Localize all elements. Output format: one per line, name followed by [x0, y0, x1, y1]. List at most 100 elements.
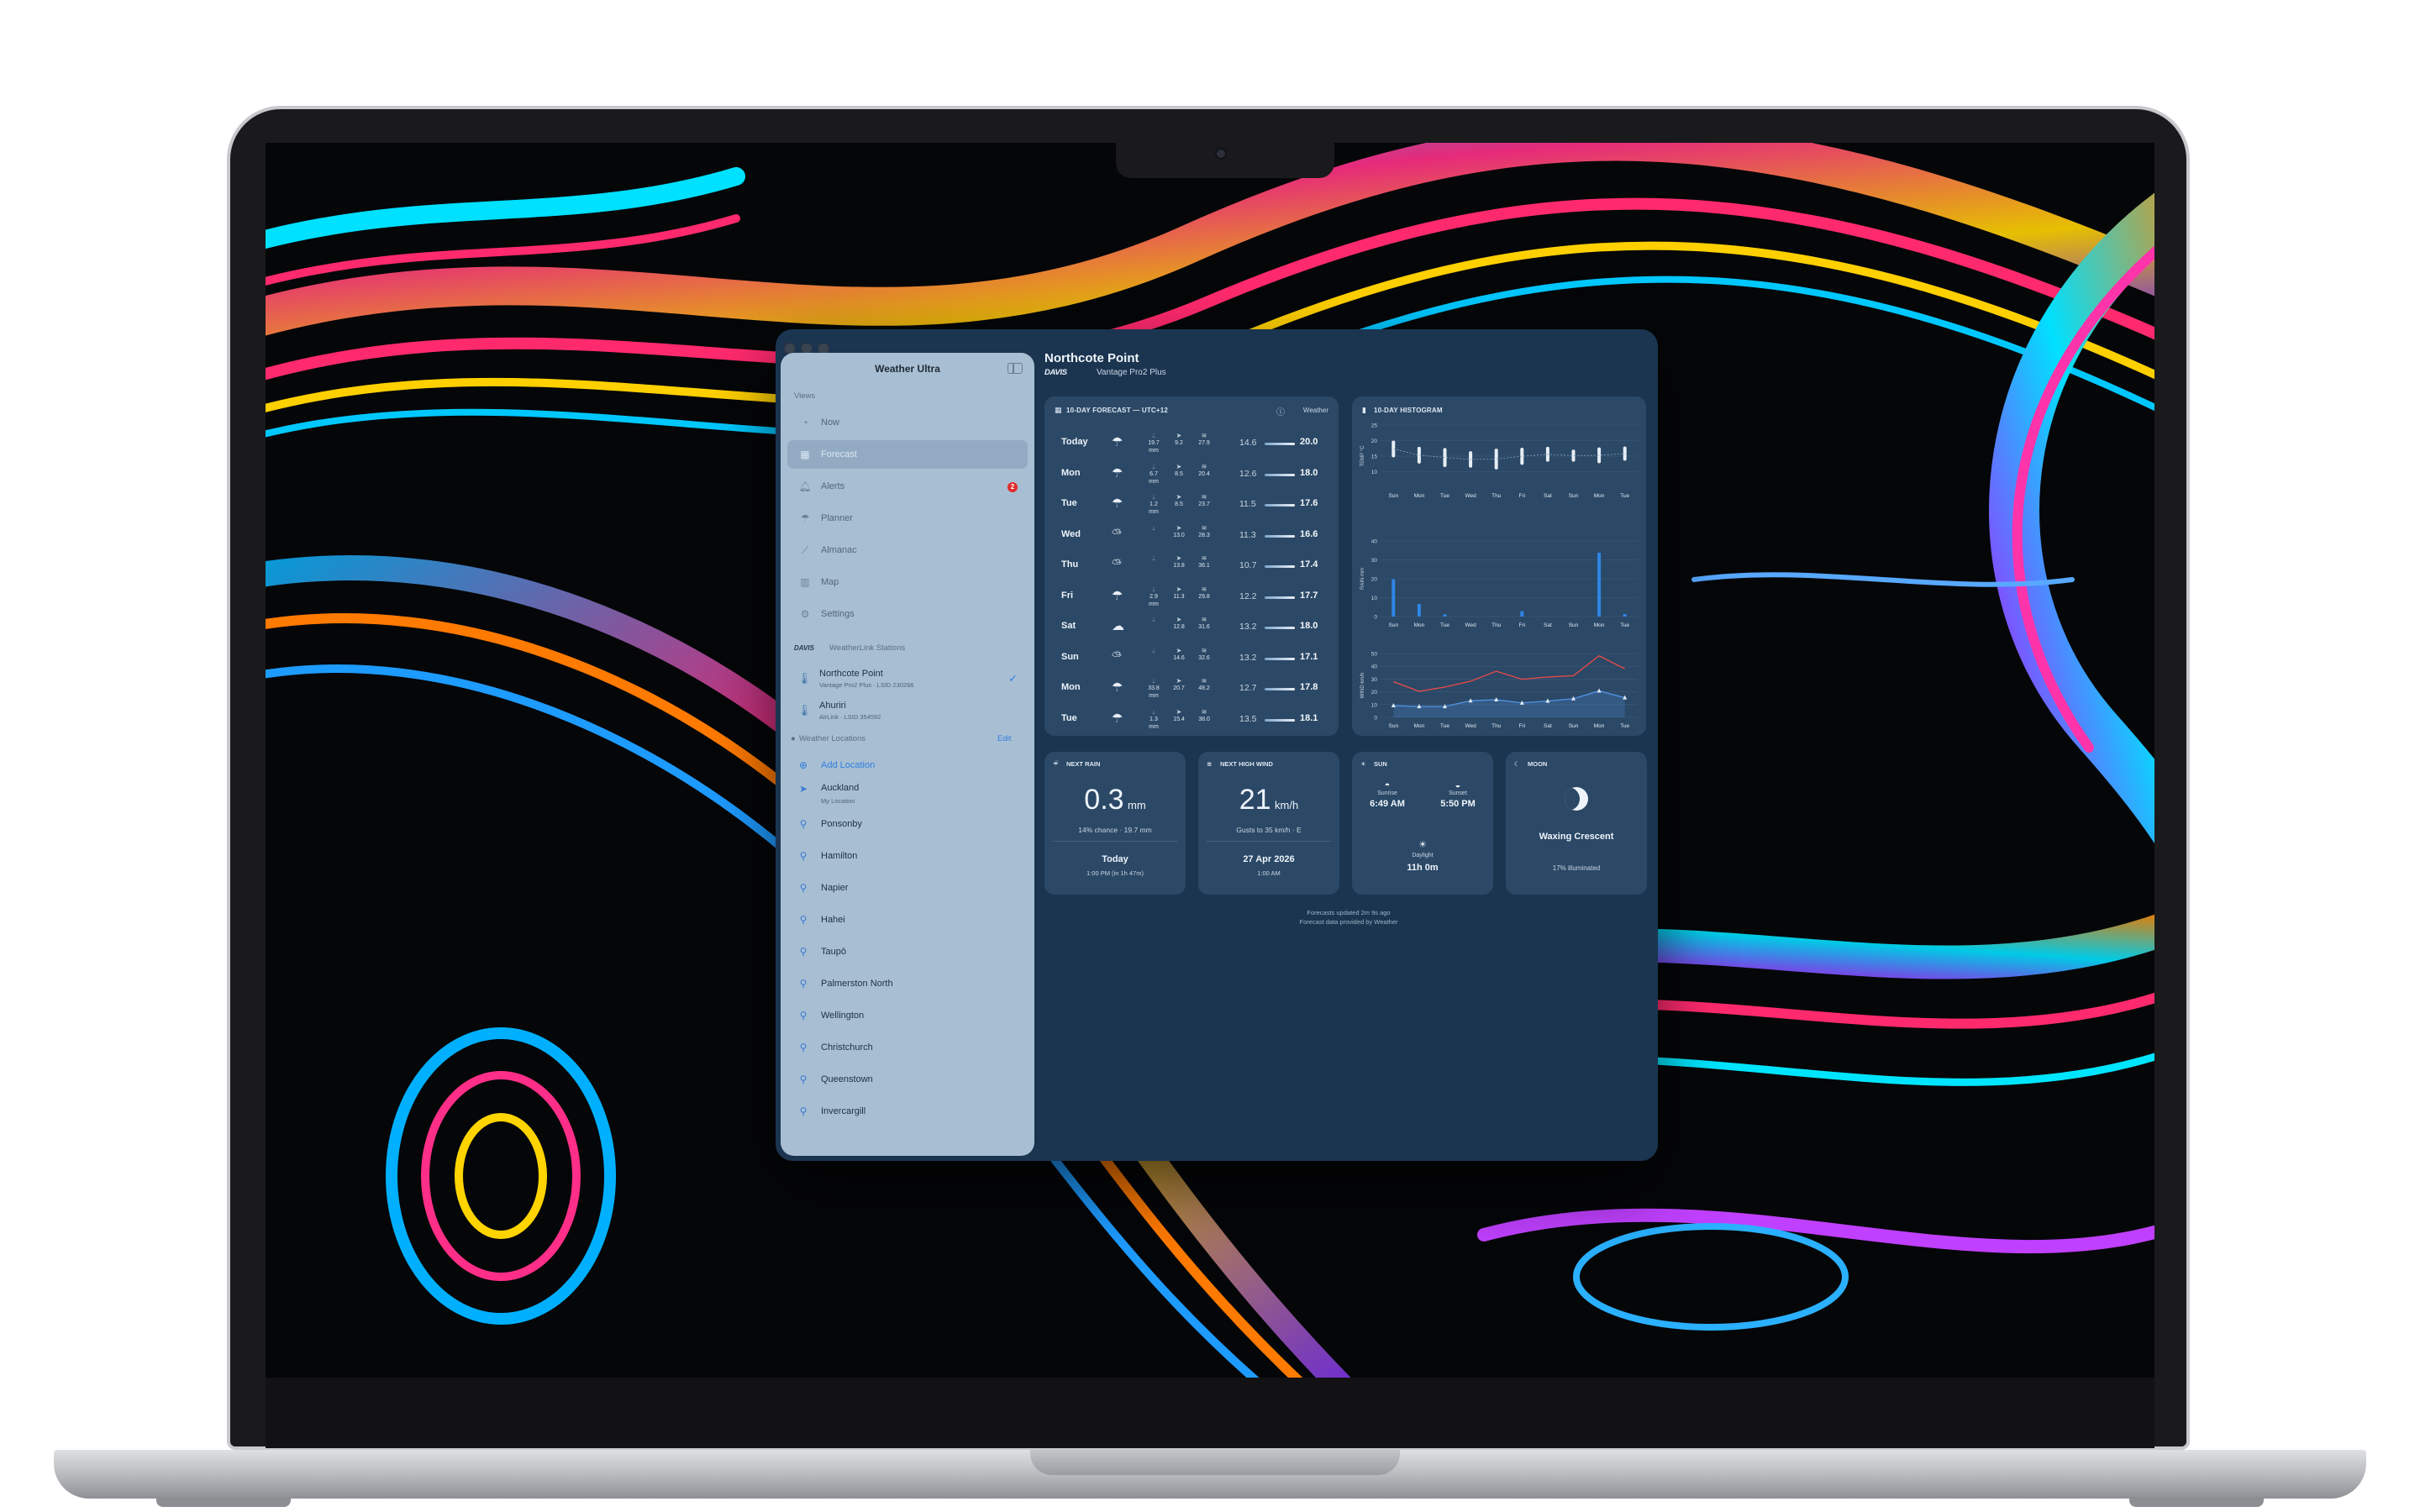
app-window: Weather Ultra Views ◔ Now ▦ Forecast 🔔︎ … [776, 329, 1658, 1161]
pin-icon: ⚲ [799, 818, 808, 830]
moon-phase: Waxing Crescent [1539, 832, 1614, 842]
davis-logo: DAVIS [794, 644, 814, 652]
gust-speed: 20.4 [1198, 470, 1210, 477]
wind-direction-icon: ➤ [1176, 523, 1182, 532]
cloud-icon: ☁ [1112, 619, 1124, 633]
edit-locations-button[interactable]: Edit [997, 734, 1011, 743]
location-palmerston-north[interactable]: ⚲ Palmerston North [787, 971, 1028, 996]
gust-metric: ≋ 27.9 [1192, 432, 1216, 447]
info-icon[interactable]: ⓘ [1276, 405, 1285, 417]
x-tick-label: Mon [1594, 493, 1605, 499]
sunset-time: 5:50 PM [1440, 799, 1476, 809]
location-queenstown[interactable]: ⚲ Queenstown [787, 1067, 1028, 1092]
location-christchurch[interactable]: ⚲ Christchurch [787, 1035, 1028, 1060]
temp-min: 12.2 [1239, 591, 1257, 601]
x-tick-label: Sun [1569, 723, 1579, 729]
x-tick-label: Mon [1414, 493, 1425, 499]
forecast-row: Wed ⛅︎ 💧︎ ➤ 13.0 ≋ 28.3 11.3 16.6 [1044, 521, 1337, 551]
sunset-label: Sunset [1449, 790, 1467, 796]
forecast-day: Mon [1061, 467, 1081, 478]
wind-direction-icon: ➤ [1176, 585, 1182, 593]
wind-direction-icon: ➤ [1176, 677, 1182, 685]
wind-direction-icon: ➤ [1176, 707, 1182, 716]
temp-min: 12.6 [1239, 468, 1257, 479]
locations-section-label: Weather Locations [799, 734, 866, 743]
add-location-button[interactable]: ⊕ Add Location [787, 753, 1028, 778]
rain-bar [1520, 611, 1524, 617]
location-hahei[interactable]: ⚲ Hahei [787, 907, 1028, 932]
temp-range-bar [1265, 534, 1295, 538]
location-name: Ponsonby [821, 819, 862, 829]
rain-unit: mm [1149, 723, 1159, 730]
camera [1215, 148, 1227, 160]
temp-max: 17.1 [1300, 651, 1318, 662]
temp-range-bar [1265, 657, 1295, 660]
gust-metric: ≋ 28.3 [1192, 524, 1216, 539]
location-wellington[interactable]: ⚲ Wellington [787, 1003, 1028, 1028]
sidebar-item-almanac[interactable]: ⟋ Almanac [787, 536, 1028, 564]
views-section-label: Views [794, 391, 816, 401]
daylight-icon: ☀ [1418, 840, 1427, 850]
station-name: Northcote Point [819, 669, 883, 679]
drop-icon: 💧︎ [1152, 616, 1155, 623]
next-wind-date: 27 Apr 2026 [1243, 854, 1295, 864]
location-auckland[interactable]: ➤ Auckland My Location [787, 780, 1028, 805]
temp-range-bar [1265, 718, 1295, 722]
gust-speed: 27.9 [1198, 440, 1210, 446]
wind-direction-icon: ➤ [1176, 493, 1182, 501]
location-taupo[interactable]: ⚲ Taupō [787, 939, 1028, 964]
pin-icon: ⚲ [799, 850, 808, 862]
partly-cloudy-icon: ⛅︎ [1112, 648, 1123, 664]
drop-icon: 💧︎ [1152, 554, 1155, 562]
sunrise-time: 6:49 AM [1370, 799, 1405, 809]
station-detail: AirLink · LSID 354592 [819, 713, 881, 721]
sidebar-toggle-icon[interactable] [1007, 363, 1023, 374]
location-invercargill[interactable]: ⚲ Invercargill [787, 1099, 1028, 1124]
sidebar-item-map[interactable]: ▥ Map [787, 568, 1028, 596]
rain-metric: 💧︎ 1.3 mm [1142, 708, 1165, 731]
wind-metric: ➤ 12.8 [1167, 616, 1191, 631]
sidebar-item-label: Now [821, 417, 840, 428]
rain-amount: 2.9 [1150, 593, 1158, 600]
sidebar-item-now[interactable]: ◔ Now [787, 408, 1028, 437]
forecast-day: Wed [1061, 528, 1081, 539]
next-rain-unit: mm [1128, 799, 1146, 811]
x-tick-label: Tue [1440, 622, 1449, 628]
wind-direction-icon: ➤ [1176, 554, 1182, 562]
temp-max: 20.0 [1300, 437, 1318, 447]
temp-min: 11.5 [1239, 499, 1256, 509]
rain-bar [1392, 579, 1396, 617]
gust-icon: ≋ [1201, 432, 1207, 439]
wind-area [1393, 690, 1625, 717]
wind-metric: ➤ 8.5 [1167, 493, 1191, 508]
wind-direction-icon: ➤ [1176, 432, 1182, 439]
sidebar-item-settings[interactable]: ⚙ Settings [787, 600, 1028, 628]
x-tick-label: Sat [1544, 493, 1552, 499]
map-icon: ▥ [800, 576, 810, 588]
sidebar-item-alerts[interactable]: 🔔︎ Alerts 2 [787, 472, 1028, 501]
location-ponsonby[interactable]: ⚲ Ponsonby [787, 811, 1028, 837]
y-tick-label: 40 [1371, 539, 1378, 545]
cloud-rain-icon: ☂ [1112, 680, 1123, 695]
sidebar-item-planner[interactable]: ☂ Planner [787, 504, 1028, 533]
partly-cloudy-icon: ⛅︎ [1112, 557, 1123, 571]
location-napier[interactable]: ⚲ Napier [787, 875, 1028, 900]
histogram-card: ▮ 10-DAY HISTOGRAM 25 20 15 10 TEMP °C Sun Mon… [1352, 396, 1646, 736]
sidebar-item-label: Map [821, 577, 839, 587]
station-northcote-point[interactable]: 🌡︎ Northcote Point Vantage Pro2 Plus · L… [787, 667, 1028, 699]
gust-icon: ≋ [1201, 554, 1207, 562]
sidebar-item-forecast[interactable]: ▦ Forecast [787, 440, 1028, 469]
location-hamilton[interactable]: ⚲ Hamilton [787, 843, 1028, 869]
temp-max: 16.6 [1300, 528, 1318, 539]
wind-speed: 8.5 [1175, 470, 1183, 477]
x-tick-label: Sun [1389, 622, 1399, 628]
x-tick-label: Wed [1465, 622, 1476, 628]
x-tick-label: Sun [1569, 493, 1579, 499]
temp-max: 17.8 [1300, 682, 1318, 692]
temp-range-bar [1265, 627, 1295, 629]
x-tick-label: Fri [1519, 723, 1526, 729]
laptop-opening-notch [1030, 1450, 1400, 1475]
station-ahuriri[interactable]: 🌡︎ Ahuriri AirLink · LSID 354592 [787, 699, 1028, 731]
forecast-row: Fri ☂ 💧︎ 2.9 mm ➤ 11.3 ≋ 29.8 12.2 17.7 [1044, 582, 1337, 612]
rain-unit: mm [1149, 693, 1159, 699]
